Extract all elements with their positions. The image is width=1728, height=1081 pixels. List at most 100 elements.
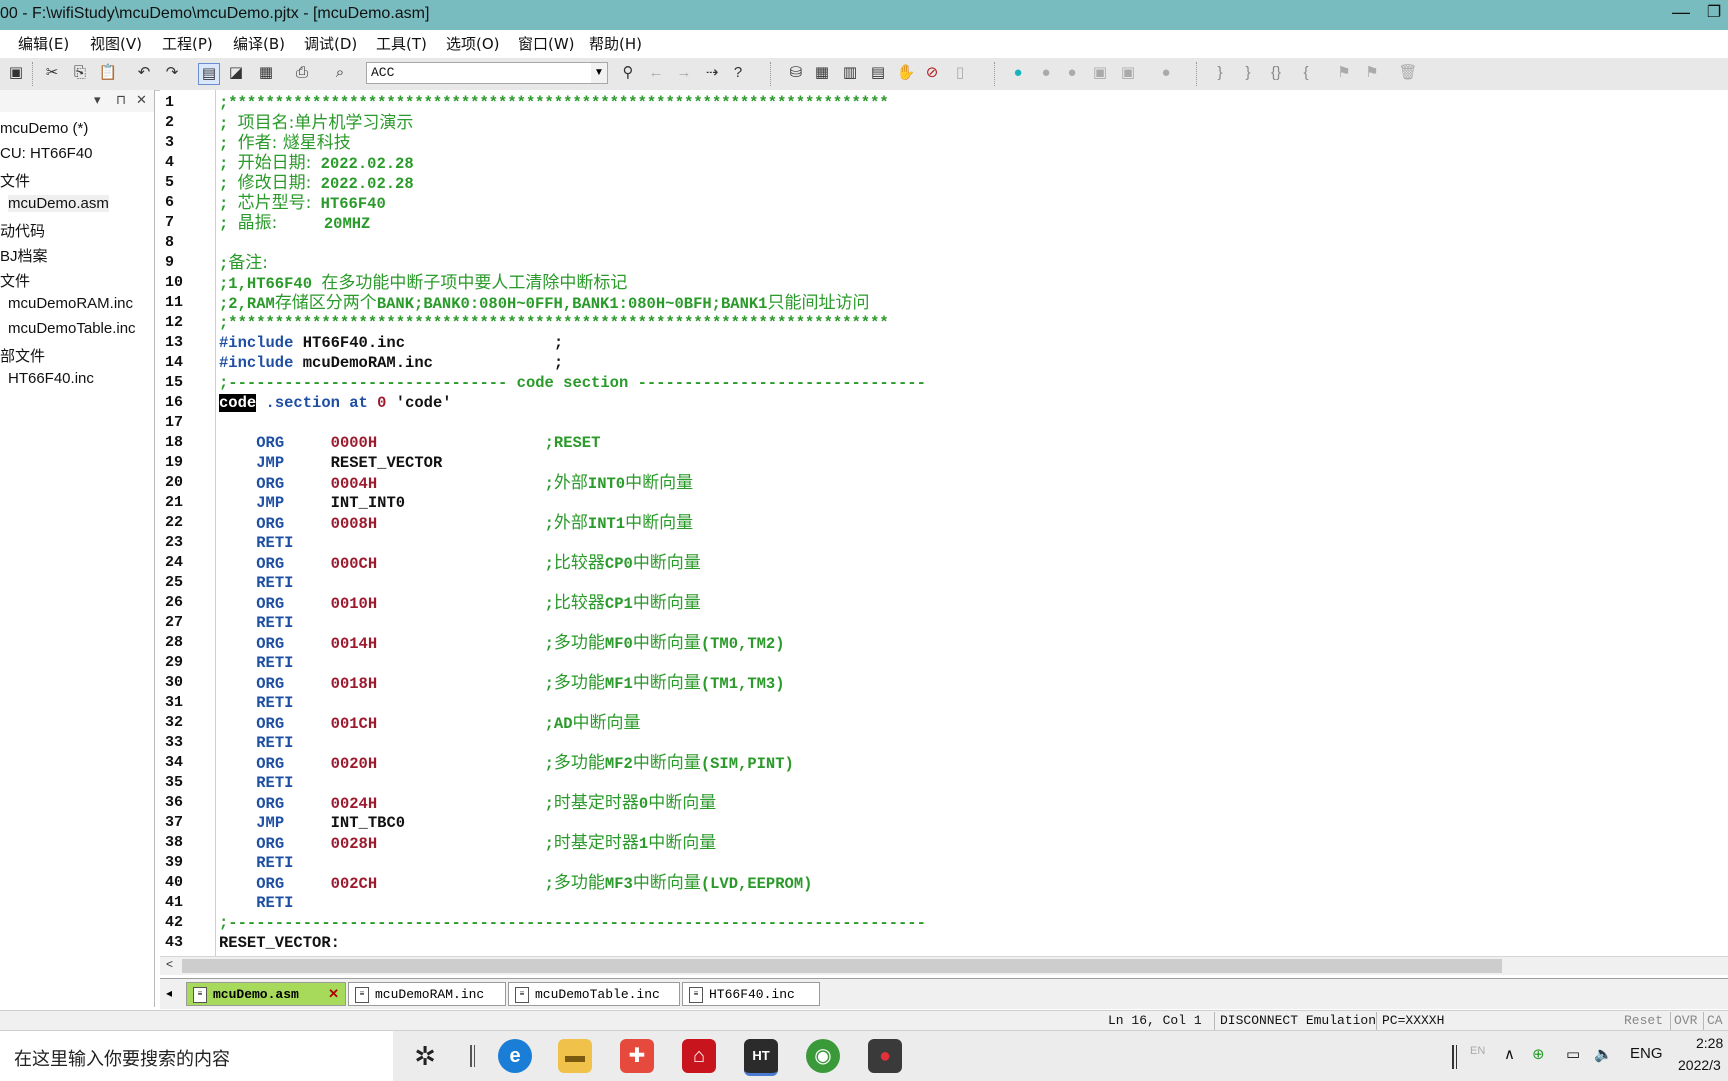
code-line[interactable]: ;2,RAM存储区分两个BANK;BANK0:080H~0FFH,BANK1:0… — [219, 293, 869, 314]
menu-build[interactable]: 编译(B) — [233, 33, 285, 54]
code-line[interactable]: ORG 0000H ;RESET — [219, 433, 600, 453]
brace-prev-icon[interactable]: {} — [1266, 63, 1286, 83]
menu-tools[interactable]: 工具(T) — [376, 33, 427, 54]
emulate-icon[interactable]: ● — [1008, 63, 1028, 83]
code-line[interactable]: ORG 0018H ;多功能MF1中断向量(TM1,TM3) — [219, 673, 784, 694]
menu-help[interactable]: 帮助(H) — [589, 33, 642, 54]
go-icon[interactable]: ● — [1036, 63, 1056, 83]
menu-debug[interactable]: 调试(D) — [304, 33, 357, 54]
code-line[interactable]: ;***************************************… — [219, 93, 889, 113]
maximize-button[interactable]: ❐ — [1700, 2, 1728, 28]
code-line[interactable]: RETI — [219, 653, 293, 673]
breakpoint-icon[interactable]: ▯ — [950, 63, 970, 83]
code-line[interactable]: #include mcuDemoRAM.inc ; — [219, 353, 563, 373]
code-line[interactable]: JMP RESET_VECTOR — [219, 453, 442, 473]
code-line[interactable]: #include HT66F40.inc ; — [219, 333, 563, 353]
tab-mcudemotable-inc[interactable]: ≡ mcuDemoTable.inc — [508, 982, 680, 1006]
run-to-icon[interactable]: ✋ — [896, 63, 916, 83]
redo-icon[interactable]: ↷ — [162, 63, 182, 83]
tree-item-ram-inc[interactable]: mcuDemoRAM.inc — [8, 295, 133, 312]
brace-close-icon[interactable]: { — [1296, 63, 1316, 83]
code-line[interactable]: ; 晶振: 20MHZ — [219, 213, 370, 234]
save-all-icon[interactable]: ▣ — [6, 63, 26, 83]
menu-options[interactable]: 选项(O) — [446, 33, 500, 54]
output-window-icon[interactable]: ◪ — [226, 63, 246, 83]
code-line[interactable]: RETI — [219, 693, 293, 713]
code-line[interactable]: ORG 0024H ;时基定时器0中断向量 — [219, 793, 716, 814]
close-icon[interactable]: ✕ — [328, 983, 339, 1007]
binoculars-icon[interactable]: ⚲ — [618, 63, 638, 83]
tab-ht66f40-inc[interactable]: ≡ HT66F40.inc — [682, 982, 820, 1006]
step-out-icon[interactable]: ▣ — [1118, 63, 1138, 83]
code-line[interactable]: ;***************************************… — [219, 313, 889, 333]
code-line[interactable]: ORG 0028H ;时基定时器1中断向量 — [219, 833, 716, 854]
step-over-icon[interactable]: ▣ — [1090, 63, 1110, 83]
close-icon[interactable]: ✕ — [136, 92, 147, 108]
code-line[interactable]: RETI — [219, 613, 293, 633]
print-icon[interactable]: ⎙ — [292, 63, 312, 83]
code-line[interactable]: ; 开始日期: 2022.02.28 — [219, 153, 414, 174]
tree-item-table-inc[interactable]: mcuDemoTable.inc — [8, 320, 136, 337]
brace-next-icon[interactable]: } — [1238, 63, 1258, 83]
code-line[interactable]: ; 项目名:单片机学习演示 — [219, 113, 413, 134]
code-line[interactable]: RETI — [219, 533, 293, 553]
tree-mcu[interactable]: CU: HT66F40 — [0, 145, 93, 162]
code-line[interactable]: ;------------------------------ code sec… — [219, 373, 926, 393]
clear-icon[interactable]: 🗑 — [1398, 63, 1418, 83]
tree-obj-files[interactable]: BJ档案 — [0, 245, 48, 266]
code-line[interactable]: ORG 002CH ;多功能MF3中断向量(LVD,EEPROM) — [219, 873, 812, 894]
code-line[interactable]: ; 芯片型号: HT66F40 — [219, 193, 386, 214]
code-line[interactable]: ORG 001CH ;AD中断向量 — [219, 713, 640, 734]
code-line[interactable]: ORG 0010H ;比较器CP1中断向量 — [219, 593, 701, 614]
taskbar-search[interactable]: 在这里输入你要搜索的内容 — [0, 1031, 393, 1081]
back-icon[interactable]: ← — [646, 63, 666, 83]
code-line[interactable]: JMP INT_INT0 — [219, 493, 405, 513]
code-line[interactable]: code .section at 0 'code' — [219, 393, 452, 413]
language-indicator[interactable]: ENG — [1630, 1045, 1663, 1062]
tab-mcudemo-asm[interactable]: ≡ mcuDemo.asm ✕ — [186, 982, 346, 1006]
jump-icon[interactable]: ⇢ — [702, 63, 722, 83]
compile-icon[interactable]: ⛁ — [786, 63, 806, 83]
menu-view[interactable]: 视图(V) — [90, 33, 142, 54]
code-line[interactable]: ORG 0020H ;多功能MF2中断向量(SIM,PINT) — [219, 753, 794, 774]
code-line[interactable]: ; 修改日期: 2022.02.28 — [219, 173, 414, 194]
scrollbar-thumb[interactable] — [182, 959, 1502, 973]
brace-open-icon[interactable]: } — [1210, 63, 1230, 83]
tab-scroll-left-icon[interactable]: ◂ — [166, 986, 172, 1000]
step-into-icon[interactable]: ● — [1062, 63, 1082, 83]
tree-auto-code[interactable]: 动代码 — [0, 220, 45, 241]
code-line[interactable]: JMP INT_TBC0 — [219, 813, 405, 833]
tree-header-files[interactable]: 文件 — [0, 270, 30, 291]
horizontal-scrollbar[interactable]: < — [160, 956, 1728, 975]
edge-icon[interactable]: e — [498, 1039, 532, 1073]
symbol-combo[interactable]: ACC ▼ — [366, 62, 608, 84]
code-line[interactable]: ORG 0014H ;多功能MF0中断向量(TM0,TM2) — [219, 633, 784, 654]
project-window-icon[interactable]: ▤ — [198, 63, 220, 85]
menu-window[interactable]: 窗口(W) — [518, 33, 575, 54]
tree-external-files[interactable]: 部文件 — [0, 345, 45, 366]
volume-icon[interactable]: 🔈 — [1594, 1045, 1613, 1063]
pin-icon[interactable]: ⊓ — [116, 92, 126, 108]
code-line[interactable]: ;备注: — [219, 253, 268, 274]
code-line[interactable]: ORG 0004H ;外部INT0中断向量 — [219, 473, 693, 494]
ht-ide-icon[interactable]: HT — [744, 1039, 778, 1076]
file-explorer-icon[interactable]: ▬ — [558, 1039, 592, 1073]
tree-item-mcudemo-asm[interactable]: mcuDemo.asm — [8, 195, 109, 212]
tree-item-ht66f40-inc[interactable]: HT66F40.inc — [8, 370, 94, 387]
forward-icon[interactable]: → — [674, 63, 694, 83]
step-icon[interactable]: ▤ — [868, 63, 888, 83]
code-line[interactable]: ; 作者: 燧星科技 — [219, 133, 351, 154]
code-line[interactable]: RETI — [219, 893, 293, 913]
code-line[interactable]: ORG 0008H ;外部INT1中断向量 — [219, 513, 693, 534]
code-line[interactable]: RETI — [219, 773, 293, 793]
undo-icon[interactable]: ↶ — [134, 63, 154, 83]
battery-icon[interactable]: ▭ — [1566, 1045, 1580, 1063]
watch-window-icon[interactable]: ▦ — [256, 63, 276, 83]
chevron-up-icon[interactable]: ∧ — [1504, 1045, 1515, 1063]
code-line[interactable]: RETI — [219, 573, 293, 593]
help-icon[interactable]: ? — [728, 63, 748, 83]
build-icon[interactable]: ▦ — [812, 63, 832, 83]
code-line[interactable]: RETI — [219, 853, 293, 873]
bookmark-icon[interactable]: ⚑ — [1334, 63, 1354, 83]
menu-edit[interactable]: 编辑(E) — [18, 33, 69, 54]
